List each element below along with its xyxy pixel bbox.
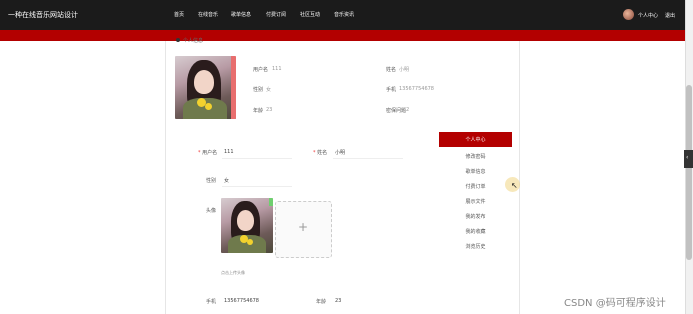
nav-news[interactable]: 音乐资讯 (334, 11, 354, 18)
nav-online-music[interactable]: 在线音乐 (198, 11, 218, 18)
side-toggle-button[interactable]: ‹ (684, 150, 693, 168)
menu-item-files[interactable]: 展示文件 (439, 198, 512, 205)
form-age-input[interactable]: 23 (335, 298, 341, 304)
nav-playlist[interactable]: 歌单信息 (231, 11, 251, 18)
form-phone-input[interactable]: 13567754678 (224, 298, 259, 304)
nav-subscription[interactable]: 付费订阅 (266, 11, 286, 18)
phone-value: 13567754678 (399, 86, 434, 92)
username-input-line (222, 158, 292, 159)
menu-item-history[interactable]: 浏览历史 (439, 243, 512, 250)
username-label: 用户名 (253, 67, 269, 73)
security-question-value: 2 (406, 107, 410, 113)
form-gender-label: 性别 (206, 178, 217, 184)
nav-home[interactable]: 首页 (174, 11, 184, 18)
age-label: 年龄 (253, 108, 264, 114)
plus-icon: + (298, 220, 309, 234)
phone-label: 手机 (386, 87, 397, 93)
mouse-cursor-icon: ↖ (511, 181, 518, 190)
form-username-input[interactable]: 111 (224, 149, 234, 155)
security-question-label: 密保问题 (386, 108, 407, 114)
watermark: CSDN @码可程序设计 (564, 298, 666, 309)
user-avatar[interactable] (623, 9, 634, 20)
menu-item-playlist[interactable]: 歌单信息 (439, 168, 512, 175)
form-gender-select[interactable]: 女 (224, 177, 229, 184)
section-bullet (176, 38, 180, 42)
name-label: 姓名 (386, 67, 397, 73)
form-username-label: * 用户名 (198, 150, 218, 156)
site-title[interactable]: 一种在线音乐网站设计 (8, 10, 78, 20)
menu-item-orders[interactable]: 付费订单 (439, 183, 512, 190)
gender-value: 女 (266, 87, 272, 93)
menu-item-favorites[interactable]: 我的收藏 (439, 228, 512, 235)
menu-item-change-password[interactable]: 修改密码 (439, 153, 512, 160)
upload-hint: 点击上传头像 (221, 270, 245, 275)
gender-select-line (222, 186, 292, 187)
banner-strip (0, 30, 685, 41)
avatar-upload-button[interactable]: + (275, 201, 332, 258)
menu-item-my-posts[interactable]: 我的发布 (439, 213, 512, 220)
scrollbar-thumb[interactable] (686, 85, 692, 260)
menu-item-personal-center[interactable]: 个人中心 (439, 132, 512, 147)
user-center-link[interactable]: 个人中心 (638, 12, 658, 19)
form-age-label: 年龄 (316, 299, 327, 305)
form-name-input[interactable]: 小明 (335, 149, 345, 156)
username-value: 111 (272, 66, 282, 72)
section-title: 个人信息 (183, 38, 204, 44)
top-navbar: 一种在线音乐网站设计 首页 在线音乐 歌单信息 付费订阅 社区互动 音乐资讯 个… (0, 0, 693, 30)
chevron-left-icon: ‹ (686, 154, 689, 161)
nav-community[interactable]: 社区互动 (300, 11, 320, 18)
logout-link[interactable]: 退出 (665, 12, 675, 19)
form-avatar-label: 头像 (206, 208, 217, 214)
name-input-line (333, 158, 403, 159)
avatar-preview[interactable] (221, 198, 273, 253)
profile-photo (175, 56, 236, 119)
form-phone-label: 手机 (206, 299, 217, 305)
name-value: 小明 (399, 67, 410, 73)
form-name-label: * 姓名 (313, 150, 328, 156)
gender-label: 性别 (253, 87, 264, 93)
age-value: 23 (266, 107, 273, 113)
